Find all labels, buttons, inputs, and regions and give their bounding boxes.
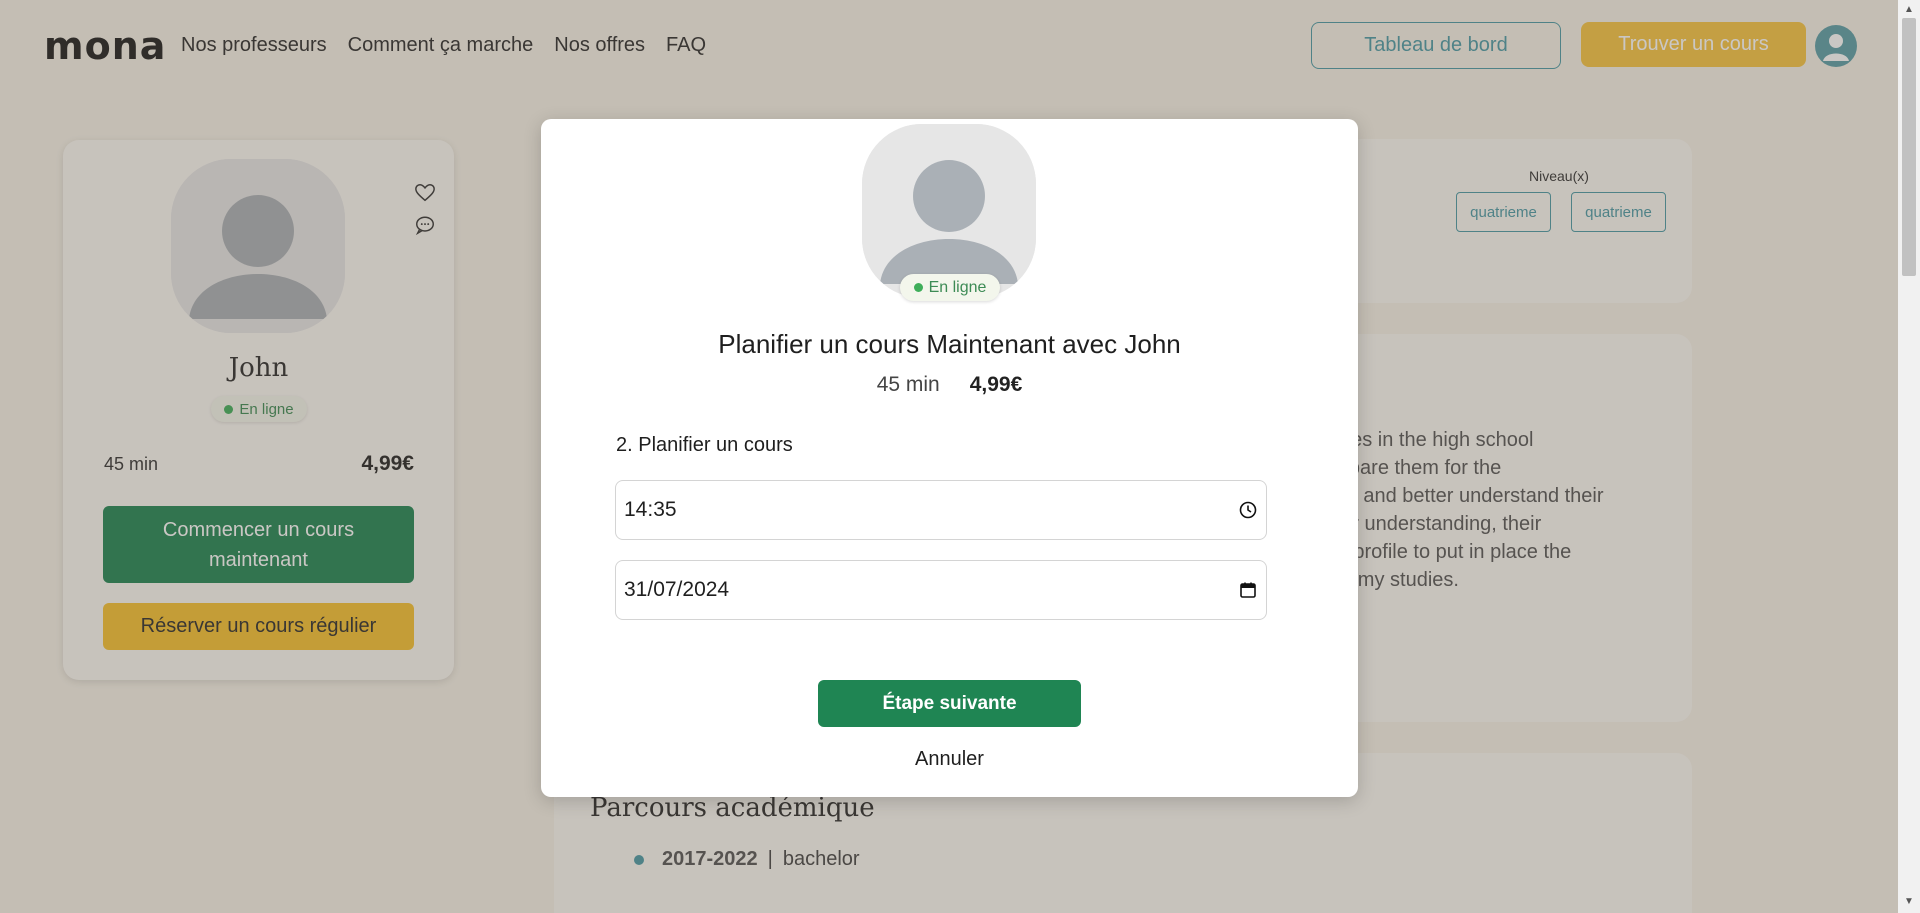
- modal-title: Planifier un cours Maintenant avec John: [718, 329, 1181, 359]
- scroll-thumb[interactable]: [1902, 18, 1916, 276]
- cancel-button[interactable]: Annuler: [541, 748, 1358, 771]
- modal-course-meta: 45 min 4,99€: [541, 373, 1358, 397]
- date-input[interactable]: 31/07/2024: [615, 560, 1267, 620]
- modal-status-label: En ligne: [928, 278, 987, 296]
- modal-online-status-badge: En ligne: [900, 274, 1000, 301]
- modal-duration: 45 min: [876, 373, 940, 396]
- date-value: 31/07/2024: [624, 578, 730, 601]
- calendar-icon[interactable]: [1238, 580, 1258, 600]
- page-scrollbar[interactable]: ▲ ▼: [1898, 0, 1920, 913]
- time-value: 14:35: [624, 498, 677, 521]
- modal-teacher-avatar: [862, 124, 1036, 298]
- clock-icon[interactable]: [1238, 500, 1258, 520]
- online-dot-icon: [913, 283, 923, 292]
- scroll-down-arrow-icon[interactable]: ▼: [1904, 896, 1914, 907]
- scroll-up-arrow-icon[interactable]: ▲: [1904, 4, 1914, 15]
- next-step-button[interactable]: Étape suivante: [818, 680, 1081, 727]
- step-label: 2. Planifier un cours: [616, 434, 793, 456]
- time-input[interactable]: 14:35: [615, 480, 1267, 540]
- modal-price: 4,99€: [969, 373, 1023, 396]
